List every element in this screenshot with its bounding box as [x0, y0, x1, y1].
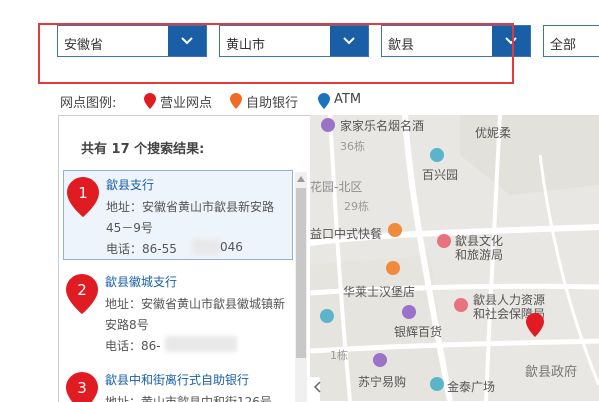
result-3-name[interactable]: 歙县中和街离行式自助银行: [105, 371, 249, 388]
map-poi: 百兴园: [422, 168, 459, 182]
county-dropdown-button[interactable]: [492, 26, 530, 56]
map-label: 花园-北区: [310, 180, 363, 194]
map-poi: 苏宁易购: [358, 375, 407, 389]
type-select[interactable]: 全部: [543, 25, 599, 57]
marker-1-icon: 1: [67, 177, 99, 217]
building-poi-icon: [430, 148, 444, 162]
map-label: 36栋: [340, 140, 365, 153]
food-poi-icon: [386, 261, 400, 275]
legend-self-service-label: 自助银行: [246, 96, 299, 111]
gov-poi-icon: [454, 298, 468, 312]
result-2-phone: 电话：86-: [105, 339, 161, 353]
chevron-down-icon: [505, 37, 517, 45]
province-select[interactable]: 安徽省: [57, 25, 207, 57]
map-label: 1栋: [330, 349, 348, 362]
chevron-down-icon: [343, 37, 355, 45]
gov-poi-icon: [437, 234, 451, 248]
scroll-thumb[interactable]: [296, 188, 306, 358]
marker-1-number: 1: [78, 184, 88, 202]
map-poi: 和旅游局: [455, 248, 504, 262]
map-poi: 家家乐名烟名酒: [340, 119, 425, 133]
phone-redaction: [165, 336, 237, 352]
result-1-phone-tail: 046: [220, 240, 243, 254]
building-poi-icon: [320, 309, 334, 323]
map-view[interactable]: 家家乐名烟名酒 优妮柔 36栋 百兴园 花园-北区 29栋 益口中式快餐 歙县文…: [310, 115, 599, 401]
city-value: 黄山市: [226, 38, 266, 53]
food-poi-icon: [388, 223, 402, 237]
marker-2-number: 2: [77, 281, 87, 299]
map-poi: 银辉百货: [394, 325, 443, 339]
atm-pin-icon: [318, 93, 330, 109]
province-value: 安徽省: [64, 38, 104, 53]
province-dropdown-button[interactable]: [168, 26, 206, 56]
results-panel: 共有 17 个搜索结果: 1 歙县支行 地址：安徽省黄山市歙县新安路 45－9号…: [58, 115, 311, 402]
map-poi: 歙县政府: [525, 365, 578, 380]
marker-2-icon: 2: [66, 274, 98, 314]
result-item[interactable]: 1 歙县支行 地址：安徽省黄山市歙县新安路 45－9号 电话：86-55 046: [63, 170, 293, 260]
building-poi-icon: [430, 377, 444, 391]
result-2-name[interactable]: 歙县徽城支行: [105, 273, 177, 290]
county-value: 歙县: [388, 38, 415, 53]
collapse-panel-icon[interactable]: [313, 381, 321, 393]
shop-poi-icon: [321, 118, 335, 132]
result-1-address: 地址：安徽省黄山市歙县新安路: [106, 200, 275, 214]
county-select[interactable]: 歙县: [381, 25, 531, 57]
branch-pin-icon: [144, 93, 156, 109]
phone-redaction: [192, 239, 220, 255]
chevron-down-icon: [181, 37, 193, 45]
result-2-address-2: 安路8号: [105, 318, 149, 332]
type-value: 全部: [550, 38, 577, 53]
marker-3-number: 3: [77, 379, 87, 397]
city-dropdown-button[interactable]: [330, 26, 368, 56]
result-1-address-2: 45－9号: [106, 221, 153, 235]
result-1-name[interactable]: 歙县支行: [106, 176, 154, 193]
shop-poi-icon: [402, 305, 416, 319]
map-label: 29栋: [344, 200, 369, 213]
legend-atm-label: ATM: [334, 92, 362, 107]
map-poi: 华莱士汉堡店: [343, 285, 416, 299]
city-select[interactable]: 黄山市: [219, 25, 369, 57]
map-poi: 金泰广场: [447, 380, 496, 394]
marker-3-icon: 3: [66, 372, 98, 402]
result-item[interactable]: 2 歙县徽城支行 地址：安徽省黄山市歙县徽城镇新 安路8号 电话：86-: [63, 268, 291, 356]
scroll-up-icon[interactable]: [297, 176, 305, 182]
result-1-phone: 电话：86-55: [106, 242, 177, 256]
self-service-pin-icon: [230, 93, 242, 109]
shop-poi-icon: [373, 353, 387, 367]
branch-location-pin-icon[interactable]: [526, 313, 544, 337]
result-count: 共有 17 个搜索结果:: [81, 142, 205, 157]
result-2-address: 地址：安徽省黄山市歙县徽城镇新: [105, 297, 286, 311]
result-item[interactable]: 3 歙县中和街离行式自助银行 地址：黄山市歙县中和街126号: [63, 366, 291, 402]
map-poi: 益口中式快餐: [310, 227, 383, 241]
map-poi: 优妮柔: [475, 126, 512, 140]
results-scrollbar[interactable]: [295, 172, 307, 402]
legend-title: 网点图例:: [60, 96, 117, 111]
legend-branch-label: 营业网点: [160, 96, 213, 111]
